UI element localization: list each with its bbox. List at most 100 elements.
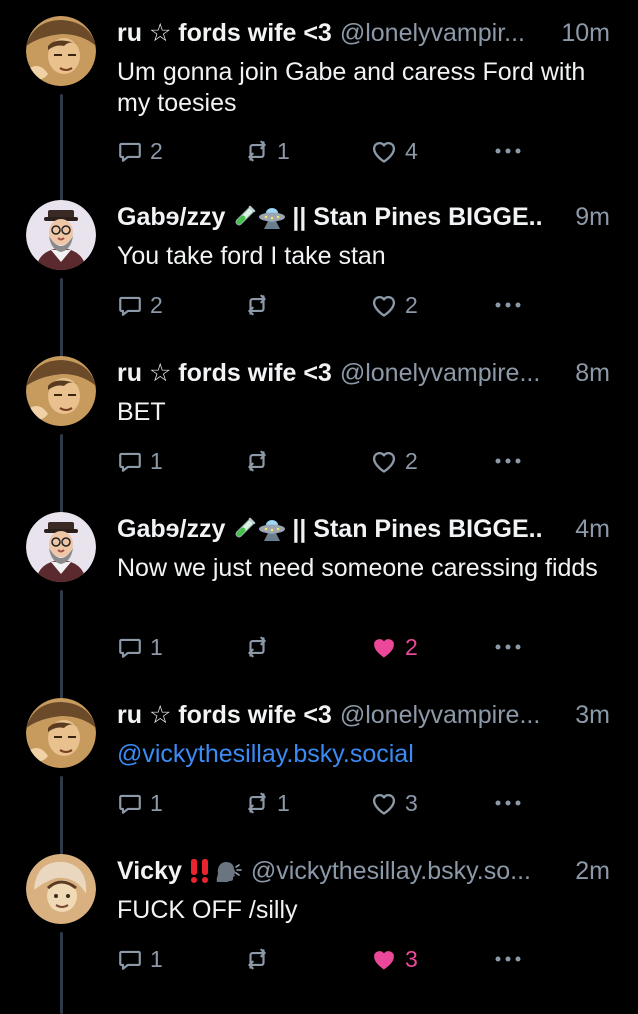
post-text: Now we just need someone caressing fidds xyxy=(117,554,598,582)
reply-button[interactable]: 1 xyxy=(117,446,163,476)
display-name-suffix[interactable]: || Stan Pines BIGGE.. xyxy=(292,515,569,544)
like-count: 3 xyxy=(405,789,418,816)
post[interactable]: ru ☆ fords wife <3 @lonelyvampir... 10m Um … xyxy=(0,16,638,214)
post-actions: 12 xyxy=(117,446,537,476)
display-name[interactable]: Vicky xyxy=(117,857,182,886)
display-name[interactable]: ru ☆ fords wife <3 xyxy=(117,358,332,388)
repost-count: 1 xyxy=(277,789,290,816)
more-options-button[interactable] xyxy=(493,290,523,320)
post-text: BET xyxy=(117,398,166,426)
thread-line xyxy=(60,94,63,214)
post-thread: ru ☆ fords wife <3 @lonelyvampir... 10m Um … xyxy=(0,0,638,1014)
post[interactable]: Vicky @vickythesillay.bsky.so... 2m FUCK OF… xyxy=(0,854,638,1014)
thread-line xyxy=(60,932,63,1014)
heart-icon xyxy=(370,634,398,660)
more-options-button[interactable] xyxy=(493,944,523,974)
display-name[interactable]: Gabɘ/zzy xyxy=(117,203,225,232)
like-count: 3 xyxy=(405,945,418,972)
like-count: 4 xyxy=(405,137,418,164)
avatar[interactable] xyxy=(26,698,96,768)
mention-link[interactable]: @vickythesillay.bsky.social xyxy=(117,739,614,770)
reply-count: 2 xyxy=(150,291,163,318)
ellipsis-icon xyxy=(493,955,523,963)
post-header: Vicky @vickythesillay.bsky.so... 2m xyxy=(117,854,610,888)
ellipsis-icon xyxy=(493,799,523,807)
post-header: Gabɘ/zzy || Stan Pines BIGGE.. 9m xyxy=(117,200,610,234)
display-name-suffix[interactable]: || Stan Pines BIGGE.. xyxy=(292,203,569,232)
handle[interactable]: @lonelyvampir... xyxy=(340,19,556,48)
post[interactable]: ru ☆ fords wife <3 @lonelyvampire... 8m BET… xyxy=(0,356,638,526)
heart-icon xyxy=(370,292,398,318)
reply-button[interactable]: 1 xyxy=(117,788,163,818)
repost-icon xyxy=(244,634,270,660)
timestamp[interactable]: 2m xyxy=(575,857,610,886)
post[interactable]: Gabɘ/zzy || Stan Pines BIGGE.. 4m Now we ju… xyxy=(0,512,638,712)
reply-icon xyxy=(117,448,143,474)
handle[interactable]: @lonelyvampire... xyxy=(340,359,569,388)
reply-icon xyxy=(117,634,143,660)
repost-icon xyxy=(244,946,270,972)
avatar[interactable] xyxy=(26,356,96,426)
repost-button[interactable]: 1 xyxy=(244,788,290,818)
reply-button[interactable]: 2 xyxy=(117,136,163,166)
repost-button[interactable] xyxy=(244,446,277,476)
flying-saucer-icon xyxy=(258,516,288,542)
heart-icon xyxy=(370,946,398,972)
reply-icon xyxy=(117,790,143,816)
like-button[interactable]: 4 xyxy=(370,136,418,166)
timestamp[interactable]: 3m xyxy=(575,701,610,730)
reply-button[interactable]: 1 xyxy=(117,632,163,662)
repost-button[interactable]: 1 xyxy=(244,136,290,166)
display-name[interactable]: Gabɘ/zzy xyxy=(117,515,225,544)
post-text: FUCK OFF /silly xyxy=(117,896,298,924)
like-button[interactable]: 2 xyxy=(370,632,418,662)
post-actions: 1 1 3 xyxy=(117,788,537,818)
avatar[interactable] xyxy=(26,16,96,86)
like-button[interactable]: 2 xyxy=(370,446,418,476)
repost-button[interactable] xyxy=(244,632,277,662)
post[interactable]: ru ☆ fords wife <3 @lonelyvampire... 3m @vi… xyxy=(0,698,638,868)
handle[interactable]: @lonelyvampire... xyxy=(340,701,569,730)
post-text: You take ford I take stan xyxy=(117,242,386,270)
repost-count: 1 xyxy=(277,137,290,164)
reply-count: 1 xyxy=(150,633,163,660)
test-tube-icon xyxy=(231,516,257,542)
reply-button[interactable]: 2 xyxy=(117,290,163,320)
display-name[interactable]: ru ☆ fords wife <3 xyxy=(117,18,332,48)
more-options-button[interactable] xyxy=(493,446,523,476)
like-button[interactable]: 2 xyxy=(370,290,418,320)
display-name[interactable]: ru ☆ fords wife <3 xyxy=(117,700,332,730)
post-actions: 13 xyxy=(117,944,537,974)
ellipsis-icon xyxy=(493,643,523,651)
heart-icon xyxy=(370,448,398,474)
avatar[interactable] xyxy=(26,512,96,582)
ellipsis-icon xyxy=(493,147,523,155)
more-options-button[interactable] xyxy=(493,788,523,818)
repost-button[interactable] xyxy=(244,944,277,974)
timestamp[interactable]: 8m xyxy=(575,359,610,388)
repost-button[interactable] xyxy=(244,290,277,320)
post-header: ru ☆ fords wife <3 @lonelyvampir... 10m xyxy=(117,16,610,50)
reply-count: 1 xyxy=(150,945,163,972)
repost-icon xyxy=(244,138,270,164)
ellipsis-icon xyxy=(493,457,523,465)
heart-icon xyxy=(370,790,398,816)
timestamp[interactable]: 4m xyxy=(575,515,610,544)
avatar[interactable] xyxy=(26,854,96,924)
post[interactable]: Gabɘ/zzy || Stan Pines BIGGE.. 9m You take … xyxy=(0,200,638,370)
like-button[interactable]: 3 xyxy=(370,788,418,818)
reply-count: 1 xyxy=(150,789,163,816)
avatar[interactable] xyxy=(26,200,96,270)
timestamp[interactable]: 9m xyxy=(575,203,610,232)
reply-icon xyxy=(117,292,143,318)
handle[interactable]: @vickythesillay.bsky.so... xyxy=(251,857,569,886)
like-count: 2 xyxy=(405,633,418,660)
more-options-button[interactable] xyxy=(493,136,523,166)
repost-icon xyxy=(244,790,270,816)
flying-saucer-icon xyxy=(258,204,288,230)
timestamp[interactable]: 10m xyxy=(561,19,610,48)
repost-icon xyxy=(244,448,270,474)
like-button[interactable]: 3 xyxy=(370,944,418,974)
reply-button[interactable]: 1 xyxy=(117,944,163,974)
more-options-button[interactable] xyxy=(493,632,523,662)
